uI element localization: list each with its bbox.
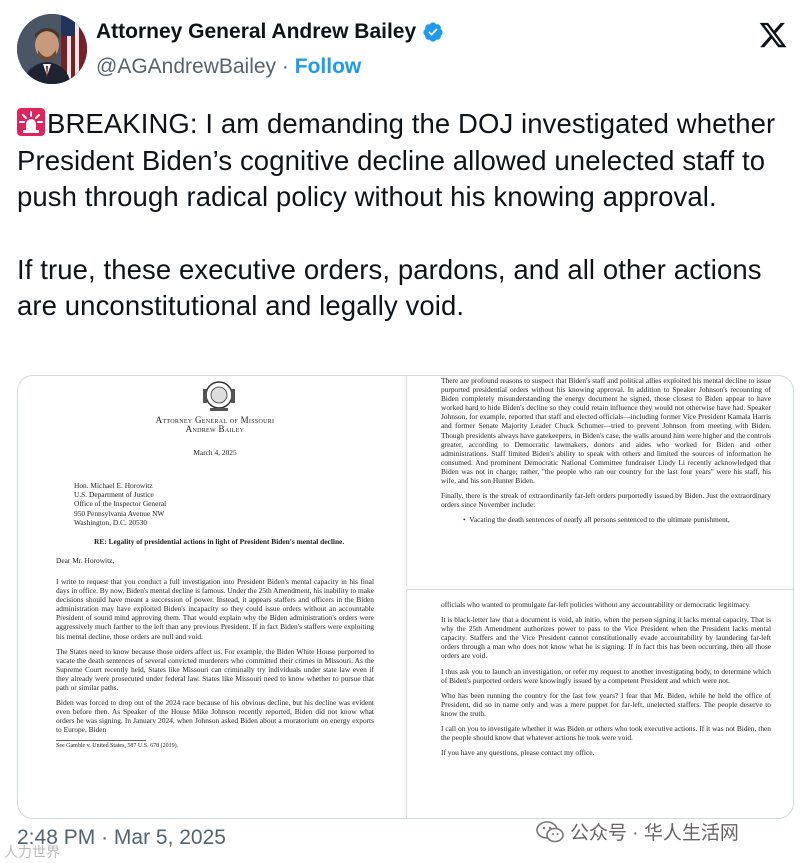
letter-paragraph: I thus ask you to launch an investigatio… bbox=[441, 666, 771, 685]
watermark-text: 公众号 · 华人生活网 bbox=[570, 823, 739, 844]
addressee-line: Office of the Inspector General bbox=[74, 499, 167, 509]
separator-dot: · bbox=[101, 826, 109, 849]
letter-paragraph: I write to request that you conduct a fu… bbox=[56, 576, 374, 641]
handle-row: @AGAndrewBailey · Follow bbox=[96, 55, 361, 79]
display-name-text[interactable]: Attorney General Andrew Bailey bbox=[96, 20, 416, 44]
footnote: See Gamble v. United States, 587 U.S. 67… bbox=[56, 743, 179, 750]
letter-paragraph: If you have any questions, please contac… bbox=[441, 748, 595, 758]
corner-watermark: 人力世界 bbox=[4, 842, 60, 862]
addressee-line: Washington, D.C. 20530 bbox=[74, 517, 148, 527]
tweet-paragraph-1: BREAKING: I am demanding the DOJ investi… bbox=[17, 106, 787, 216]
letter-page-1: Attorney General of Missouri Andrew Bail… bbox=[18, 376, 402, 818]
corner-watermark-text: 人力世界 bbox=[4, 844, 60, 860]
tweet-text: BREAKING: I am demanding the DOJ investi… bbox=[17, 106, 787, 325]
tweet-paragraph-1-text: BREAKING: I am demanding the DOJ investi… bbox=[17, 108, 784, 212]
wechat-icon bbox=[536, 820, 564, 842]
avatar[interactable] bbox=[17, 14, 87, 84]
rotating-light-icon bbox=[17, 108, 45, 136]
handle[interactable]: @AGAndrewBailey bbox=[96, 55, 276, 78]
letter-page-3: officials who wanted to promulgate far-l… bbox=[406, 589, 793, 818]
letter-paragraph: Who has been running the country for the… bbox=[441, 690, 771, 718]
missouri-seal-icon bbox=[203, 381, 235, 411]
wechat-watermark: 公众号 · 华人生活网 bbox=[536, 818, 739, 845]
follow-button[interactable]: Follow bbox=[295, 55, 362, 78]
letter-paragraph: Biden was forced to drop out of the 2024… bbox=[56, 698, 374, 735]
letter-bullet-text: Vacating the death sentences of nearly a… bbox=[469, 515, 730, 525]
letter-paragraph: Finally, there is the streak of extraord… bbox=[441, 491, 771, 510]
letter-date: March 4, 2025 bbox=[193, 448, 237, 458]
letter-paragraph: There are profound reasons to suspect th… bbox=[441, 376, 771, 486]
re-line: RE: Legality of presidential actions in … bbox=[94, 536, 345, 546]
profile-photo bbox=[17, 14, 87, 84]
addressee-block: Hon. Michael E. Horowitz U.S. Department… bbox=[74, 481, 374, 526]
tweet-paragraph-2: If true, these executive orders, pardons… bbox=[17, 253, 770, 322]
addressee-line: U.S. Department of Justice bbox=[74, 490, 154, 500]
attached-letter-image[interactable]: Attorney General of Missouri Andrew Bail… bbox=[17, 375, 794, 819]
salutation: Dear Mr. Horowitz, bbox=[56, 555, 115, 565]
display-name[interactable]: Attorney General Andrew Bailey bbox=[96, 20, 444, 44]
x-logo-icon[interactable] bbox=[758, 20, 788, 50]
letter-paragraph: officials who wanted to promulgate far-l… bbox=[441, 600, 751, 609]
office-line-2: Andrew Bailey bbox=[185, 424, 245, 435]
letter-paragraph: It is black-letter law that a document i… bbox=[441, 615, 771, 661]
addressee-line: Hon. Michael E. Horowitz bbox=[74, 481, 153, 491]
letter-paragraph: I call on you to investigate whether it … bbox=[441, 724, 771, 743]
letter-page-2: There are profound reasons to suspect th… bbox=[406, 376, 793, 586]
verified-badge-icon bbox=[423, 22, 443, 42]
addressee-line: 950 Pennsylvania Avenue NW bbox=[74, 508, 165, 518]
letter-bullet: • Vacating the death sentences of nearly… bbox=[463, 515, 730, 525]
letter-paragraph: The States need to know because those or… bbox=[56, 646, 374, 692]
timestamp-date[interactable]: Mar 5, 2025 bbox=[114, 826, 226, 849]
separator-dot: · bbox=[281, 55, 289, 78]
